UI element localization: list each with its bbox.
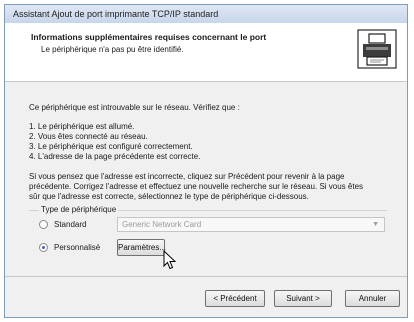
device-type-label: Type de périphérique <box>39 205 119 214</box>
wizard-header: Informations supplémentaires requises co… <box>5 23 407 82</box>
advice-line-3: sûr que l'adresse est correcte, sélectio… <box>29 192 309 201</box>
wizard-content: Ce périphérique est introuvable sur le r… <box>5 82 407 277</box>
settings-button[interactable]: Paramètres... <box>117 239 166 256</box>
wizard-window: Assistant Ajout de port imprimante TCP/I… <box>4 4 408 318</box>
mouse-pointer-icon <box>163 250 177 270</box>
custom-radio[interactable] <box>39 243 48 252</box>
checklist-item-4: 4. L'adresse de la page précédente est c… <box>29 152 201 161</box>
window-title: Assistant Ajout de port imprimante TCP/I… <box>5 5 407 24</box>
next-button[interactable]: Suivant > <box>274 290 332 307</box>
standard-radio[interactable] <box>39 220 48 229</box>
standard-device-value: Generic Network Card <box>122 220 202 229</box>
network-printer-icon <box>357 29 397 69</box>
device-type-group: Type de périphérique Standard Generic Ne… <box>29 205 387 273</box>
header-subtitle: Le périphérique n'a pas pu être identifi… <box>41 45 184 54</box>
header-title: Informations supplémentaires requises co… <box>31 32 267 42</box>
standard-option[interactable]: Standard <box>39 220 86 229</box>
cancel-button[interactable]: Annuler <box>345 290 400 307</box>
standard-label: Standard <box>54 220 87 229</box>
wizard-footer: < Précédent Suivant > Annuler <box>5 277 407 317</box>
custom-label: Personnalisé <box>54 243 101 252</box>
standard-device-select[interactable]: Generic Network Card ▼ <box>117 217 385 232</box>
chevron-down-icon: ▼ <box>372 221 379 228</box>
intro-text: Ce périphérique est introuvable sur le r… <box>29 103 240 112</box>
back-button[interactable]: < Précédent <box>205 290 265 307</box>
custom-option[interactable]: Personnalisé <box>39 243 100 252</box>
